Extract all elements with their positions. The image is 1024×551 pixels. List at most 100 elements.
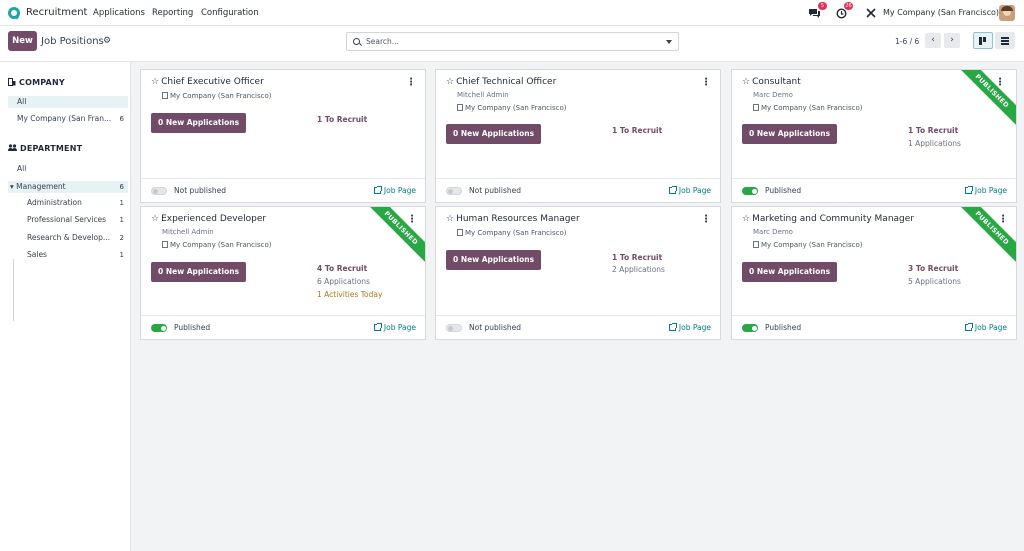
menu-reporting[interactable]: Reporting <box>152 8 193 18</box>
star-icon[interactable]: ☆ <box>742 214 750 224</box>
activities-today-link[interactable]: 1 Activities Today <box>317 290 382 299</box>
job-card[interactable]: PUBLISHED ☆ Consultant ⋮ Marc Demo My Com… <box>731 69 1017 203</box>
job-card[interactable]: ☆ Chief Executive Officer ⋮ My Company (S… <box>140 69 426 203</box>
new-applications-button[interactable]: 0 New Applications <box>446 124 542 144</box>
job-company: My Company (San Francisco) <box>162 241 271 249</box>
new-button[interactable]: New <box>8 31 37 51</box>
card-menu-icon[interactable]: ⋮ <box>407 214 417 225</box>
department-filter-label: All <box>17 164 27 173</box>
app-name[interactable]: Recruitment <box>26 7 87 18</box>
company-filter-my-company[interactable]: My Company (San Fran... 6 <box>8 113 128 125</box>
kanban-view-button[interactable] <box>973 32 993 49</box>
job-company-text: My Company (San Francisco) <box>465 229 567 237</box>
publish-status: Published <box>174 323 211 332</box>
pager-previous-button[interactable]: ‹ <box>925 33 941 48</box>
card-menu-icon[interactable]: ⋮ <box>995 77 1005 88</box>
card-menu-icon[interactable]: ⋮ <box>406 77 416 88</box>
card-menu-icon[interactable]: ⋮ <box>998 214 1008 225</box>
star-icon[interactable]: ☆ <box>151 77 159 87</box>
department-filter-research-development[interactable]: Research & Develop... 2 <box>8 232 128 244</box>
to-recruit-link[interactable]: 1 To Recruit <box>612 126 662 135</box>
list-view-button[interactable] <box>995 32 1015 49</box>
department-filter-administration[interactable]: Administration 1 <box>8 197 128 209</box>
applications-link[interactable]: 6 Applications <box>317 277 370 286</box>
to-recruit-link[interactable]: 1 To Recruit <box>908 126 958 135</box>
pager-next-button[interactable]: › <box>944 33 960 48</box>
card-footer: Published Job Page <box>141 315 425 339</box>
job-company: My Company (San Francisco) <box>162 92 271 100</box>
caret-down-icon[interactable]: ▾ <box>10 182 14 191</box>
gear-icon[interactable]: ⚙ <box>103 36 111 46</box>
job-card[interactable]: ☆ Human Resources Manager ⋮ My Company (S… <box>435 206 721 340</box>
card-menu-icon[interactable]: ⋮ <box>701 77 711 88</box>
job-title[interactable]: ☆ Experienced Developer <box>151 214 266 224</box>
job-title[interactable]: ☆ Human Resources Manager <box>446 214 580 224</box>
applications-link[interactable]: 1 Applications <box>908 139 961 148</box>
job-title[interactable]: ☆ Marketing and Community Manager <box>742 214 914 224</box>
menu-configuration[interactable]: Configuration <box>201 8 259 18</box>
to-recruit-link[interactable]: 3 To Recruit <box>908 264 958 273</box>
applications-link[interactable]: 2 Applications <box>612 265 665 274</box>
job-title[interactable]: ☆ Chief Technical Officer <box>446 77 556 87</box>
search-input[interactable] <box>366 35 656 48</box>
job-page-link[interactable]: Job Page <box>373 323 416 332</box>
activities-icon[interactable]: 26 <box>836 2 856 21</box>
to-recruit-link[interactable]: 1 To Recruit <box>317 115 367 124</box>
publish-toggle[interactable] <box>446 187 462 195</box>
external-link-icon <box>668 323 677 331</box>
card-menu-icon[interactable]: ⋮ <box>701 214 711 225</box>
search-options-toggle-icon[interactable] <box>666 40 672 44</box>
messages-icon[interactable]: 5 <box>808 2 827 21</box>
job-card[interactable]: PUBLISHED ☆ Experienced Developer ⋮ Mitch… <box>140 206 426 340</box>
search-bar[interactable] <box>346 32 679 51</box>
card-footer: Published Job Page <box>732 178 1016 202</box>
publish-toggle[interactable] <box>446 324 462 332</box>
job-title-text: Consultant <box>752 77 801 87</box>
job-page-text: Job Page <box>974 186 1007 195</box>
job-page-link[interactable]: Job Page <box>964 186 1007 195</box>
new-applications-button[interactable]: 0 New Applications <box>742 262 838 282</box>
publish-toggle[interactable] <box>742 187 758 195</box>
pager-value[interactable]: 1-6 / 6 <box>895 37 919 46</box>
star-icon[interactable]: ☆ <box>742 77 750 87</box>
job-card[interactable]: ☆ Chief Technical Officer ⋮ Mitchell Admi… <box>435 69 721 203</box>
to-recruit-link[interactable]: 4 To Recruit <box>317 264 367 273</box>
job-page-link[interactable]: Job Page <box>668 186 711 195</box>
job-card[interactable]: PUBLISHED ☆ Marketing and Community Manag… <box>731 206 1017 340</box>
star-icon[interactable]: ☆ <box>446 77 454 87</box>
card-footer: Published Job Page <box>732 315 1016 339</box>
job-company-text: My Company (San Francisco) <box>465 104 567 112</box>
department-filter-all[interactable]: All <box>8 163 128 175</box>
department-filter-management[interactable]: ▾ Management 6 <box>8 181 128 193</box>
job-page-link[interactable]: Job Page <box>373 186 416 195</box>
company-switcher[interactable]: My Company (San Francisco) <box>883 8 999 17</box>
new-applications-button[interactable]: 0 New Applications <box>742 124 838 144</box>
company-filter-all[interactable]: All <box>8 96 128 108</box>
department-filter-sales[interactable]: Sales 1 <box>8 249 128 261</box>
department-filter-professional-services[interactable]: Professional Services 1 <box>8 214 128 226</box>
job-page-link[interactable]: Job Page <box>668 323 711 332</box>
publish-toggle[interactable] <box>151 324 167 332</box>
star-icon[interactable]: ☆ <box>446 214 454 224</box>
new-applications-button[interactable]: 0 New Applications <box>151 262 247 282</box>
card-footer: Not published Job Page <box>436 315 720 339</box>
card-footer: Not published Job Page <box>436 178 720 202</box>
job-page-text: Job Page <box>383 186 416 195</box>
to-recruit-link[interactable]: 1 To Recruit <box>612 253 662 262</box>
publish-toggle[interactable] <box>151 187 167 195</box>
new-applications-button[interactable]: 0 New Applications <box>151 113 247 133</box>
menu-applications[interactable]: Applications <box>93 8 145 18</box>
job-title[interactable]: ☆ Chief Executive Officer <box>151 77 264 87</box>
job-title-text: Chief Technical Officer <box>456 77 557 87</box>
user-avatar[interactable] <box>999 5 1015 21</box>
new-applications-button[interactable]: 0 New Applications <box>446 250 542 270</box>
recruitment-app-icon[interactable] <box>8 7 20 20</box>
star-icon[interactable]: ☆ <box>151 214 159 224</box>
department-filter-label: Sales <box>27 250 47 259</box>
publish-toggle[interactable] <box>742 324 758 332</box>
applications-link[interactable]: 5 Applications <box>908 277 961 286</box>
job-page-link[interactable]: Job Page <box>964 323 1007 332</box>
job-title[interactable]: ☆ Consultant <box>742 77 801 87</box>
users-icon <box>8 144 17 151</box>
debug-tools-icon[interactable] <box>866 5 876 21</box>
